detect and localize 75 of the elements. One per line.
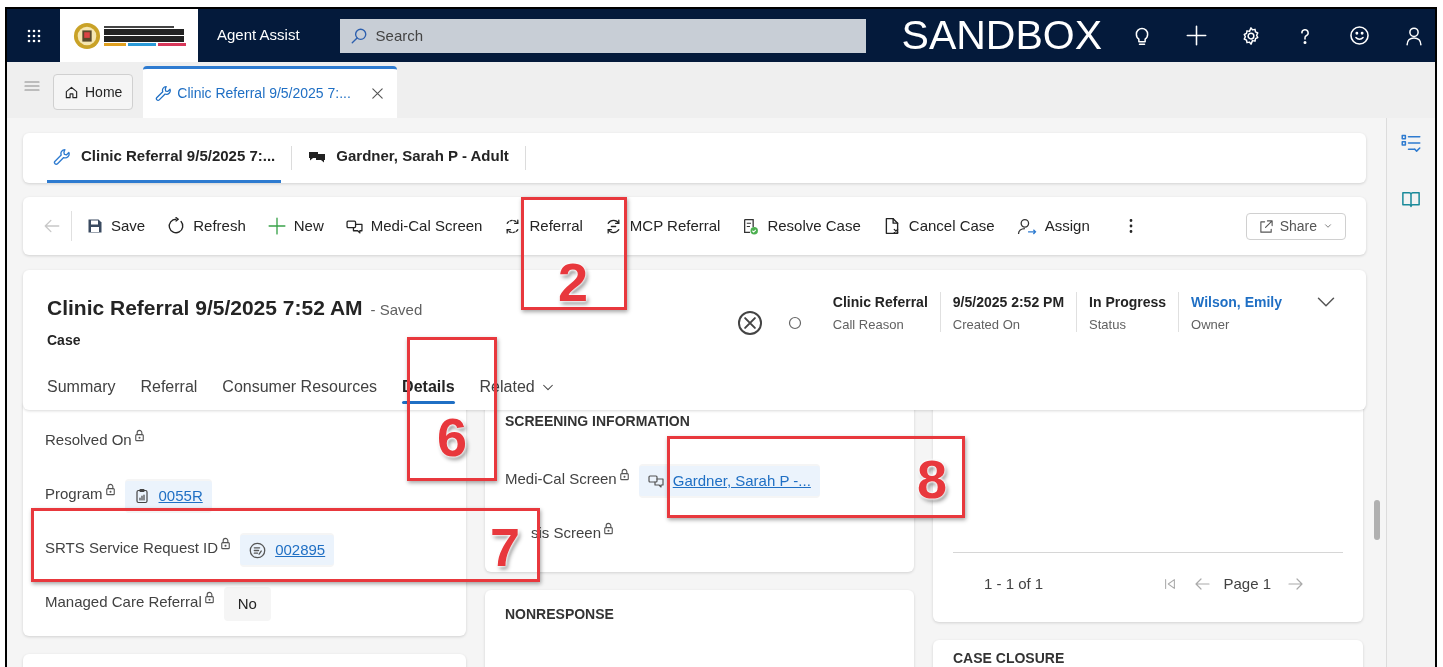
session-tab[interactable]: Clinic Referral 9/5/2025 7:... xyxy=(47,133,282,183)
cancel-circle-icon xyxy=(736,310,763,336)
annotation-number: 8 xyxy=(917,452,947,506)
field-label: Medi-Cal Screen xyxy=(505,469,617,489)
entity-label: Case xyxy=(47,330,82,350)
field-label: Managed Care Referral xyxy=(45,592,202,612)
field-label: Resolved On xyxy=(45,430,132,450)
annotation-number: 2 xyxy=(558,255,588,309)
annotation-number: 6 xyxy=(437,410,467,464)
annotation-number: 7 xyxy=(490,520,520,574)
command-button[interactable]: Resolve Case xyxy=(733,208,870,244)
chat-bubbles-icon xyxy=(647,473,664,489)
command-button[interactable]: Assign xyxy=(1007,208,1099,244)
header-field-label: Status xyxy=(1089,316,1127,334)
document-check-icon xyxy=(742,217,760,235)
plus-icon[interactable] xyxy=(1186,25,1208,46)
lookup-field[interactable]: 002895 xyxy=(240,533,335,567)
scrollbar-thumb[interactable] xyxy=(1374,500,1380,540)
search-icon xyxy=(349,26,368,45)
app-title[interactable]: Agent Assist xyxy=(217,24,300,47)
share-icon xyxy=(1258,218,1274,234)
session-tab[interactable]: Gardner, Sarah P - Adult xyxy=(302,133,515,183)
home-icon xyxy=(64,84,79,100)
form-tab[interactable]: Consumer Resources xyxy=(214,364,386,410)
header-field-value: Clinic Referral xyxy=(832,293,928,312)
header-field-value: In Progress xyxy=(1089,293,1167,312)
refresh-icon xyxy=(167,217,186,235)
command-button[interactable]: Save xyxy=(78,208,155,244)
checklist-icon[interactable] xyxy=(1401,133,1421,153)
page-label: Page 1 xyxy=(1223,573,1271,594)
app-tab[interactable]: Clinic Referral 9/5/2025 7:... xyxy=(143,66,397,118)
app-tab[interactable]: Home xyxy=(53,74,134,110)
header-field-label: Owner xyxy=(1191,316,1231,334)
search-field[interactable]: Search xyxy=(339,18,866,53)
command-button[interactable]: Refresh xyxy=(158,208,255,244)
command-button[interactable]: Medi-Cal Screen xyxy=(336,208,492,244)
header-field-value[interactable]: Wilson, Emily xyxy=(1191,292,1282,313)
environment-label: SANDBOX xyxy=(901,15,1103,56)
header-field-label: Created On xyxy=(952,316,1021,334)
field-value[interactable]: No xyxy=(223,587,271,621)
wrench-icon xyxy=(53,147,71,166)
field-label: SRTS Service Request ID xyxy=(45,538,219,558)
chat-bubbles-icon xyxy=(308,149,327,164)
save-status: - Saved xyxy=(370,300,423,320)
circle-icon xyxy=(786,315,803,331)
field-label: Program xyxy=(45,484,103,504)
form-tab[interactable]: Referral xyxy=(132,364,206,410)
section-title: SCREENING INFORMATION xyxy=(505,413,691,429)
lookup-field[interactable]: 0055R xyxy=(124,479,212,513)
command-button[interactable]: Cancel Case xyxy=(873,208,1004,244)
record-title: Clinic Referral 9/5/2025 7:52 AM xyxy=(47,295,363,321)
wrench-icon xyxy=(155,85,173,102)
logo[interactable] xyxy=(60,9,198,62)
user-icon[interactable] xyxy=(1404,25,1425,46)
lookup-field[interactable]: Gardner, Sarah P -... xyxy=(638,464,820,498)
close-icon[interactable] xyxy=(369,86,385,101)
command-button[interactable]: MCP Referral xyxy=(595,208,730,244)
chevron-down-icon xyxy=(1323,221,1333,231)
app-launcher-icon[interactable] xyxy=(25,27,42,44)
record-count: 1 - 1 of 1 xyxy=(984,573,1044,594)
header-field-value: 9/5/2025 2:52 PM xyxy=(952,293,1065,312)
share-button[interactable]: Share xyxy=(1245,212,1346,240)
person-arrow-icon xyxy=(1016,217,1037,235)
command-button[interactable]: Referral xyxy=(495,208,592,244)
form-tab[interactable]: Summary xyxy=(39,364,124,410)
document-circle-icon xyxy=(249,541,267,559)
section-title: NONRESPONSE xyxy=(505,605,615,624)
plus-icon xyxy=(267,217,286,235)
clipboard-chart-icon xyxy=(133,488,150,504)
section-title: CASE CLOSURE xyxy=(953,650,1066,666)
save-icon xyxy=(87,218,103,234)
command-button[interactable]: New xyxy=(258,208,333,244)
smiley-icon[interactable] xyxy=(1349,25,1371,46)
header-field-label: Call Reason xyxy=(832,316,905,334)
book-icon[interactable] xyxy=(1401,189,1421,209)
